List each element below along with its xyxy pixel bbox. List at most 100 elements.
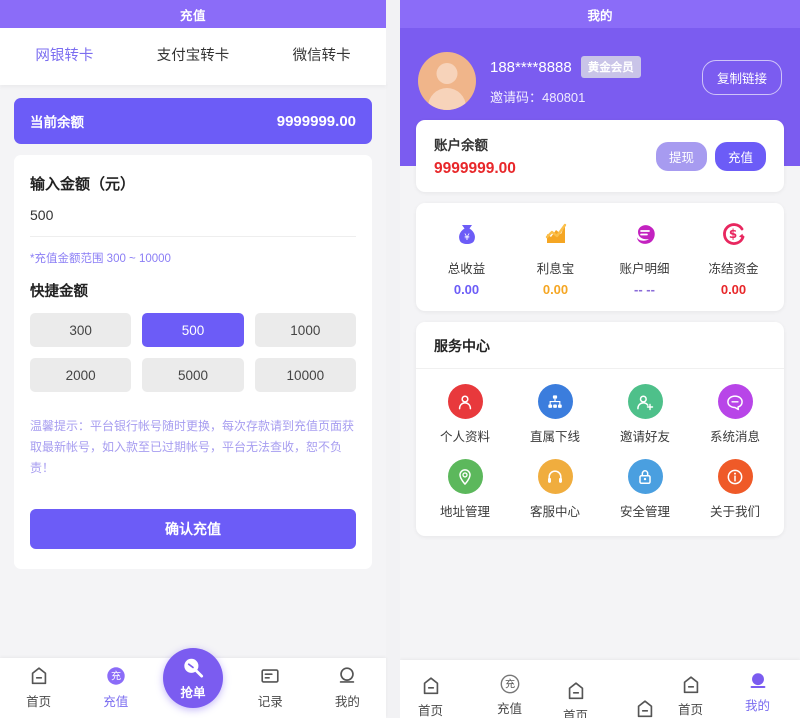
quick-amount-2000[interactable]: 2000 <box>30 358 132 392</box>
confirm-recharge-button[interactable]: 确认充值 <box>30 509 356 549</box>
service-item-direct-downline[interactable]: 直属下线 <box>510 384 600 445</box>
quick-amount-5000[interactable]: 5000 <box>142 358 244 392</box>
quick-amount-500[interactable]: 500 <box>142 313 244 347</box>
right-nav-item-home-1[interactable]: 首页 <box>418 675 443 718</box>
quick-amount-300[interactable]: 300 <box>30 313 132 347</box>
invite-code: 邀请码：480801 <box>490 90 586 105</box>
service-item-security-management[interactable]: 安全管理 <box>600 459 690 520</box>
stat-total-earnings-value: 0.00 <box>453 282 480 297</box>
nav-item-recharge-label: 充值 <box>103 695 129 709</box>
amount-input-label: 输入金额（元） <box>30 176 136 193</box>
recharge-header-title: 充值 <box>0 0 386 28</box>
amount-input[interactable]: 500 <box>30 207 356 237</box>
tab-alipay-transfer-label: 支付宝转卡 <box>156 48 230 64</box>
right-nav-item-home-2[interactable]: 首页 <box>563 680 588 718</box>
right-nav-item-home-4[interactable]: 首页 <box>678 674 703 718</box>
right-nav-item-home-3[interactable]: 首页 <box>632 698 657 718</box>
frozen-funds-icon: $ <box>722 223 744 245</box>
service-item-customer-service-label: 客服中心 <box>529 505 580 519</box>
quick-amount-10000[interactable]: 10000 <box>254 358 356 392</box>
recharge-warning-text: 温馨提示：平台银行帐号随时更换，每次存款请到充值页面获取最新帐号，如入款至已过期… <box>30 419 355 475</box>
home-icon <box>683 676 698 694</box>
headset-support-icon <box>537 459 573 494</box>
account-detail-icon <box>636 225 655 244</box>
service-item-system-message-label: 系统消息 <box>709 430 760 444</box>
current-balance-card: 当前余额 9999999.00 <box>14 98 372 144</box>
quick-amount-grid: 300 500 1000 2000 5000 10000 <box>30 313 356 392</box>
right-nav-item-recharge-label: 充值 <box>497 702 523 716</box>
service-item-customer-service[interactable]: 客服中心 <box>510 459 600 520</box>
svg-text:$: $ <box>728 227 736 241</box>
service-center-title: 服务中心 <box>416 322 784 369</box>
service-center-card: 服务中心 个人资料 直属下线 邀请好友 系统消息 地址管理 客服中心 安全管理 … <box>416 322 784 536</box>
stat-account-detail-value: -- -- <box>634 282 655 297</box>
quick-amount-1000[interactable]: 1000 <box>254 313 356 347</box>
current-balance-label: 当前余额 <box>30 115 84 130</box>
account-balance-label: 账户余额 <box>434 138 488 153</box>
vip-status-badge: 黄金会员 <box>580 56 641 78</box>
stat-frozen-funds-label: 冻结资金 <box>708 262 759 276</box>
profile-identity-row: 188****8888 黄金会员 <box>490 56 702 78</box>
amount-range-hint: *充值金额范围 300 ~ 10000 <box>30 253 171 265</box>
stat-frozen-funds-value: 0.00 <box>720 282 747 297</box>
right-nav-item-home-2-label: 首页 <box>563 709 589 718</box>
invite-friend-icon <box>627 384 663 419</box>
avatar[interactable] <box>418 52 476 110</box>
current-balance-value: 9999999.00 <box>276 112 356 130</box>
quick-amount-label: 快捷金额 <box>30 284 88 300</box>
tab-wechat-transfer[interactable]: 微信转卡 <box>257 28 386 81</box>
stat-interest-treasure-value: 0.00 <box>542 282 569 297</box>
left-bottom-nav: 首页 充 充值 抢单 记录 我的 <box>0 648 386 718</box>
withdraw-button[interactable]: 提现 <box>655 141 707 171</box>
service-item-personal-info[interactable]: 个人资料 <box>420 384 510 445</box>
profile-header-title: 我的 <box>400 0 800 28</box>
home-icon <box>637 700 652 718</box>
account-actions: 提现 充值 <box>655 141 766 171</box>
stat-frozen-funds[interactable]: $ 冻结资金 0.00 <box>689 218 778 297</box>
service-item-invite-friends-label: 邀请好友 <box>619 430 670 444</box>
recharge-form-card: 输入金额（元） 500 *充值金额范围 300 ~ 10000 快捷金额 300… <box>14 155 372 569</box>
recharge-icon: 充 <box>107 667 125 685</box>
recharge-icon: 充 <box>500 674 519 694</box>
money-bag-icon: ¥ <box>458 225 475 244</box>
service-item-system-message[interactable]: 系统消息 <box>690 384 780 445</box>
home-icon <box>568 682 583 700</box>
right-nav-item-profile[interactable]: 我的 <box>745 670 770 714</box>
profile-info: 188****8888 黄金会员 邀请码：480801 <box>490 52 702 106</box>
service-item-about-us[interactable]: 关于我们 <box>690 459 780 520</box>
tab-alipay-transfer[interactable]: 支付宝转卡 <box>129 28 258 81</box>
svg-text:充: 充 <box>111 670 121 683</box>
grab-order-fab[interactable]: 抢单 <box>163 648 223 708</box>
home-icon <box>31 667 46 685</box>
user-profile-icon <box>447 384 483 419</box>
nav-item-record[interactable]: 记录 <box>232 665 309 718</box>
stat-total-earnings[interactable]: ¥ 总收益 0.00 <box>422 218 511 297</box>
dual-screen-container: 充值 网银转卡 支付宝转卡 微信转卡 当前余额 9999999.00 输入金额（… <box>0 0 800 718</box>
service-item-address-management[interactable]: 地址管理 <box>420 459 510 520</box>
stat-interest-treasure[interactable]: 利息宝 0.00 <box>511 218 600 297</box>
recharge-screen: 充值 网银转卡 支付宝转卡 微信转卡 当前余额 9999999.00 输入金额（… <box>0 0 386 718</box>
service-item-address-management-label: 地址管理 <box>439 505 490 519</box>
profile-icon <box>750 673 765 688</box>
stat-account-detail[interactable]: 账户明细 -- -- <box>600 218 689 297</box>
nav-item-profile[interactable]: 我的 <box>309 665 386 718</box>
nav-item-grab-order-label: 抢单 <box>180 686 206 700</box>
svg-text:充: 充 <box>504 678 514 691</box>
right-nav-item-recharge[interactable]: 充 充值 <box>497 673 522 717</box>
nav-item-grab-order[interactable]: 抢单 <box>154 648 231 718</box>
downline-tree-icon <box>537 384 573 419</box>
service-center-grid: 个人资料 直属下线 邀请好友 系统消息 地址管理 客服中心 安全管理 关于我们 <box>416 369 784 520</box>
recharge-button[interactable]: 充值 <box>714 141 766 171</box>
profile-icon <box>340 667 355 683</box>
stat-account-detail-label: 账户明细 <box>619 262 670 276</box>
tab-bank-transfer-label: 网银转卡 <box>35 48 94 64</box>
nav-item-home-label: 首页 <box>26 695 52 709</box>
profile-body: 账户余额 9999999.00 提现 充值 ¥ 总收益 0.00 利息宝 0.0… <box>400 120 800 536</box>
tab-bank-transfer[interactable]: 网银转卡 <box>0 28 129 85</box>
service-item-invite-friends[interactable]: 邀请好友 <box>600 384 690 445</box>
copy-link-button[interactable]: 复制链接 <box>701 60 782 95</box>
nav-item-home[interactable]: 首页 <box>0 665 77 718</box>
right-nav-item-home-4-label: 首页 <box>678 703 704 717</box>
nav-item-recharge[interactable]: 充 充值 <box>77 665 154 718</box>
system-message-icon <box>717 384 753 419</box>
